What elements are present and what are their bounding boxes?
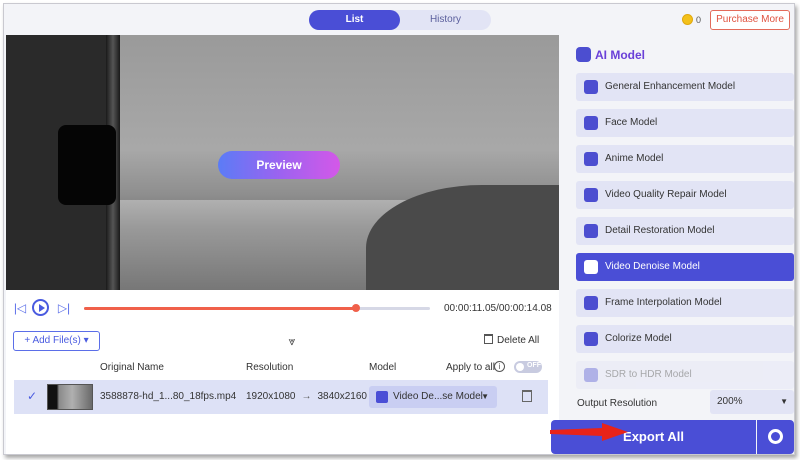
model-item-label: General Enhancement Model xyxy=(605,81,736,92)
frame-icon xyxy=(584,296,598,310)
caret-down-icon: ▼ xyxy=(780,397,788,406)
file-bar: + Add File(s) ▾ ⩔ Delete All xyxy=(6,326,559,352)
model-item-label: SDR to HDR Model xyxy=(605,369,692,380)
detail-icon xyxy=(584,224,598,238)
model-item[interactable]: Frame Interpolation Model xyxy=(576,289,794,317)
collapse-icon[interactable]: ⩔ xyxy=(284,335,300,347)
model-item[interactable]: General Enhancement Model xyxy=(576,73,794,101)
resolution-to: 3840x2160 xyxy=(317,391,368,402)
resolution-from: 1920x1080 xyxy=(246,391,296,402)
file-name: 3588878-hd_1...80_18fps.mp4 xyxy=(100,391,237,402)
tab-history[interactable]: History xyxy=(400,10,491,30)
video-preview: Preview xyxy=(6,35,559,290)
video-thumbnail xyxy=(47,384,93,410)
robot-icon xyxy=(576,47,591,62)
output-resolution-select[interactable]: 200% ▼ xyxy=(710,390,794,414)
output-resolution-value: 200% xyxy=(717,396,743,407)
column-header-name: Original Name xyxy=(100,362,164,373)
model-item[interactable]: Face Model xyxy=(576,109,794,137)
time-readout: 00:00:11.05/00:00:14.08 xyxy=(444,303,552,314)
export-settings-button[interactable] xyxy=(757,420,794,454)
model-item[interactable]: Video Denoise Model xyxy=(576,253,794,281)
play-button[interactable] xyxy=(32,299,49,316)
face-icon xyxy=(584,116,598,130)
model-item-label: Face Model xyxy=(605,117,658,128)
file-table: Original Name Resolution Model Apply to … xyxy=(6,352,559,454)
model-item-label: Frame Interpolation Model xyxy=(605,297,722,308)
seek-bar-handle[interactable] xyxy=(351,304,360,312)
coin-icon xyxy=(682,14,693,25)
film-sprocket xyxy=(58,125,116,205)
tab-list[interactable]: List xyxy=(309,10,400,30)
app-window: List History 0 Purchase More Preview |◁ … xyxy=(3,3,795,455)
view-tabs: List History xyxy=(309,10,491,30)
player-controls: |◁ ▷| 00:00:11.05/00:00:14.08 xyxy=(6,290,559,326)
model-item-label: Video Denoise Model xyxy=(605,261,700,272)
column-header-resolution: Resolution xyxy=(246,362,294,373)
repair-icon xyxy=(584,188,598,202)
row-model-label: Video De...se Model xyxy=(393,391,483,402)
info-icon[interactable]: i xyxy=(494,361,505,372)
previous-frame-icon[interactable]: |◁ xyxy=(12,300,28,316)
resolution-cell: 1920x1080 → 3840x2160 xyxy=(246,391,367,402)
ai-model-title: AI Model xyxy=(595,48,645,62)
next-frame-icon[interactable]: ▷| xyxy=(56,300,72,316)
purchase-more-button[interactable]: Purchase More xyxy=(710,10,790,30)
red-arrow-icon xyxy=(550,423,628,441)
model-item-label: Detail Restoration Model xyxy=(605,225,715,236)
model-item-label: Colorize Model xyxy=(605,333,672,344)
column-header-model: Model xyxy=(369,362,397,373)
delete-all-button[interactable]: Delete All xyxy=(484,334,539,346)
model-item[interactable]: SDR to HDR Model xyxy=(576,361,794,389)
model-item[interactable]: Video Quality Repair Model xyxy=(576,181,794,209)
hdr-icon xyxy=(584,368,598,382)
toggle-knob xyxy=(516,363,524,371)
add-files-button[interactable]: + Add File(s) ▾ xyxy=(13,331,100,351)
row-delete-icon[interactable] xyxy=(522,390,532,402)
toggle-label: OFF xyxy=(527,362,541,369)
preview-button[interactable]: Preview xyxy=(218,151,340,179)
seek-bar-progress xyxy=(84,307,356,310)
denoise-icon xyxy=(584,260,598,274)
model-item-label: Video Quality Repair Model xyxy=(605,189,727,200)
chevron-down-icon: ▾ xyxy=(80,335,89,346)
top-bar: List History 0 Purchase More xyxy=(4,4,794,36)
enhance-icon xyxy=(584,80,598,94)
row-model-select[interactable]: Video De...se Model ▼ xyxy=(369,386,497,408)
arrow-right-icon: → xyxy=(301,391,312,402)
seek-bar[interactable] xyxy=(84,304,430,312)
anime-icon xyxy=(584,152,598,166)
model-item[interactable]: Colorize Model xyxy=(576,325,794,353)
delete-all-label: Delete All xyxy=(497,335,540,346)
model-item[interactable]: Anime Model xyxy=(576,145,794,173)
caret-down-icon: ▼ xyxy=(481,392,489,401)
apply-to-all-label: Apply to all xyxy=(446,362,495,373)
table-row[interactable]: ✓ 3588878-hd_1...80_18fps.mp4 1920x1080 →… xyxy=(14,380,548,414)
output-resolution-label: Output Resolution xyxy=(577,398,658,409)
ai-model-sidebar: AI Model General Enhancement Model Face M… xyxy=(551,35,794,454)
model-item-label: Anime Model xyxy=(605,153,664,164)
video-denoise-icon xyxy=(376,391,388,403)
model-item[interactable]: Detail Restoration Model xyxy=(576,217,794,245)
trash-icon xyxy=(484,334,493,344)
colorize-icon xyxy=(584,332,598,346)
apply-to-all-toggle[interactable]: OFF xyxy=(514,361,542,373)
coin-count: 0 xyxy=(696,15,702,25)
add-files-label: Add File(s) xyxy=(32,335,81,346)
gear-icon xyxy=(768,429,783,444)
check-icon[interactable]: ✓ xyxy=(27,389,37,403)
